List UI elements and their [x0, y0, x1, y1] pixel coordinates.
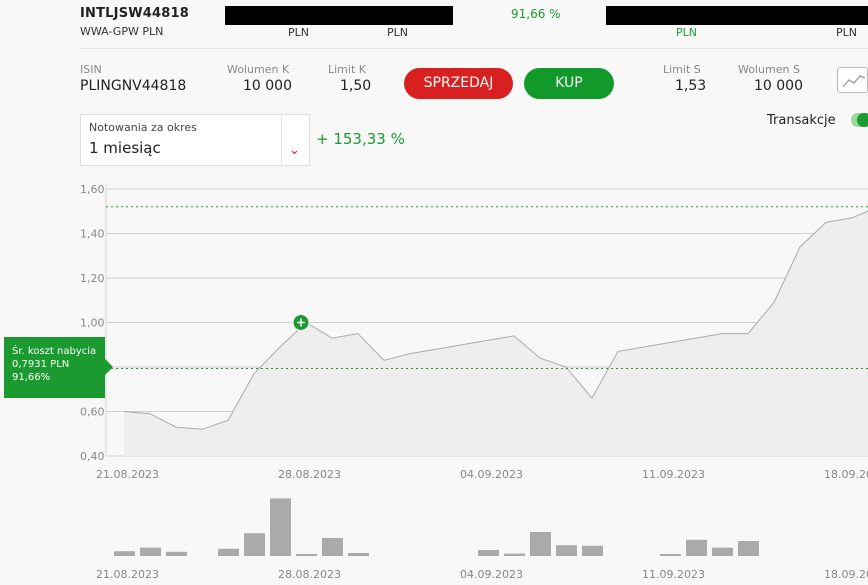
y-tick-label: 1,40 — [80, 228, 105, 241]
volume-bar — [140, 547, 161, 556]
y-tick-label: 0,60 — [80, 406, 105, 419]
volume-bar — [166, 551, 187, 556]
volume-bar — [244, 533, 265, 556]
volume-bar — [686, 539, 707, 556]
x-tick-label: 11.09.2023 — [642, 468, 705, 481]
avg-cost-tooltip: Śr. koszt nabycia 0,7931 PLN 91,66% — [4, 337, 113, 398]
x-tick-label: 28.08.2023 — [278, 568, 341, 581]
x-tick-label: 21.08.2023 — [96, 468, 159, 481]
volume-bar — [504, 553, 525, 556]
x-tick-label: 28.08.2023 — [278, 468, 341, 481]
x-tick-label: 18.09.2023 — [824, 568, 868, 581]
avg-cost-percent: 91,66% — [12, 372, 51, 383]
y-tick-label: 0,40 — [80, 450, 105, 463]
volume-bar — [348, 553, 369, 556]
volume-bar — [270, 498, 291, 556]
x-tick-label: 18.09.2023 — [824, 468, 868, 481]
volume-bar — [322, 538, 343, 556]
price-area — [124, 211, 868, 456]
volume-bar — [738, 541, 759, 556]
price-chart: 1,601,401,201,000,800,600,4021.08.202321… — [80, 183, 868, 581]
volume-bar — [296, 554, 317, 556]
volume-bar — [556, 545, 577, 556]
volume-bar — [530, 532, 551, 556]
volume-bar — [114, 551, 135, 556]
volume-bar — [660, 554, 681, 556]
x-tick-label: 11.09.2023 — [642, 568, 705, 581]
x-tick-label: 04.09.2023 — [460, 568, 523, 581]
volume-bar — [478, 550, 499, 556]
quote-panel: INTLJSW44818 WWA-GPW PLN 91,66 % PLN PLN… — [0, 0, 868, 585]
y-tick-label: 1,20 — [80, 272, 105, 285]
avg-cost-price: 0,7931 PLN — [12, 359, 70, 370]
volume-bar — [712, 547, 733, 556]
avg-cost-title: Śr. koszt nabycia — [12, 346, 97, 357]
volume-bar — [582, 545, 603, 556]
x-tick-label: 04.09.2023 — [460, 468, 523, 481]
volume-bar — [218, 548, 239, 556]
y-tick-label: 1,00 — [80, 317, 105, 330]
x-tick-label: 21.08.2023 — [96, 568, 159, 581]
y-tick-label: 1,60 — [80, 183, 105, 196]
